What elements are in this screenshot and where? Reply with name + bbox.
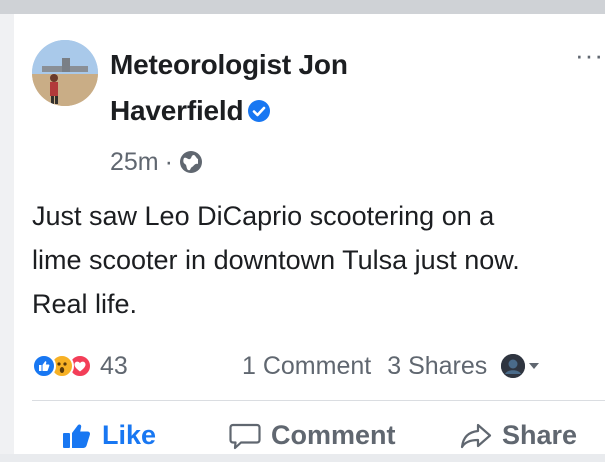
share-arrow-icon bbox=[460, 423, 492, 448]
chevron-down-icon[interactable] bbox=[529, 363, 540, 369]
globe-icon bbox=[179, 151, 202, 173]
share-button[interactable]: Share bbox=[460, 420, 577, 451]
comment-label: Comment bbox=[271, 420, 396, 450]
like-reaction-icon bbox=[32, 354, 56, 378]
author-name-line1[interactable]: Meteorologist Jon bbox=[110, 42, 470, 88]
post-text-line: Real life. bbox=[32, 289, 138, 319]
reactions-summary[interactable]: 43 bbox=[32, 350, 128, 382]
more-options-button[interactable]: ··· bbox=[575, 42, 605, 70]
post-card: Meteorologist Jon Haverfield ··· 25m · J… bbox=[14, 14, 605, 454]
like-button[interactable]: Like bbox=[62, 420, 156, 451]
comment-count-link[interactable]: 1 Comment bbox=[242, 352, 371, 381]
thumbs-up-icon bbox=[63, 423, 91, 448]
action-bar: Like Comment Share bbox=[14, 412, 605, 462]
author-name-line2[interactable]: Haverfield bbox=[110, 95, 244, 126]
post-stats: 1 Comment 3 Shares bbox=[242, 350, 540, 382]
author-avatar[interactable] bbox=[32, 40, 98, 106]
post-text: Just saw Leo DiCaprio scootering on a li… bbox=[32, 194, 602, 326]
share-label: Share bbox=[502, 420, 578, 450]
post-meta: 25m · bbox=[110, 146, 203, 178]
viewer-avatar-image bbox=[501, 354, 526, 378]
left-edge bbox=[0, 14, 14, 454]
speech-bubble-icon bbox=[229, 423, 261, 449]
avatar-photo bbox=[32, 40, 98, 106]
share-count-link[interactable]: 3 Shares bbox=[387, 352, 487, 381]
reaction-count[interactable]: 43 bbox=[100, 352, 128, 381]
author-name[interactable]: Meteorologist Jon Haverfield bbox=[110, 42, 470, 134]
actions-divider bbox=[32, 400, 605, 401]
comment-button[interactable]: Comment bbox=[229, 420, 396, 451]
viewer-avatar[interactable] bbox=[501, 354, 526, 378]
post-text-line: lime scooter in downtown Tulsa just now. bbox=[32, 245, 520, 275]
reaction-icons bbox=[32, 354, 92, 378]
post-timestamp[interactable]: 25m bbox=[110, 148, 159, 177]
top-bar bbox=[0, 0, 605, 14]
like-label: Like bbox=[102, 420, 157, 450]
verified-badge-icon bbox=[248, 99, 271, 122]
post-text-line: Just saw Leo DiCaprio scootering on a bbox=[32, 201, 495, 231]
meta-separator: · bbox=[164, 147, 173, 176]
